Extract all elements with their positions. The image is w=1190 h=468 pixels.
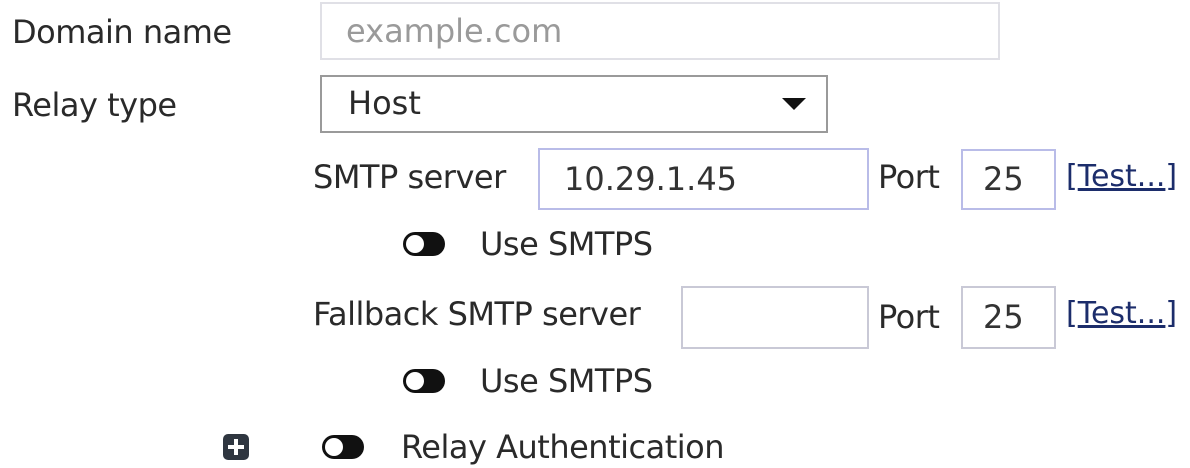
fallback-smtp-server-label: Fallback SMTP server [313, 295, 641, 333]
fallback-port-value: 25 [983, 298, 1024, 336]
fallback-test-bracket-open: [ [1066, 296, 1078, 331]
relay-authentication-toggle[interactable] [322, 435, 364, 459]
fallback-port-input[interactable]: 25 [961, 286, 1056, 349]
toggle-off-icon [406, 235, 424, 253]
relay-type-label: Relay type [12, 86, 177, 124]
smtp-server-value: 10.29.1.45 [564, 160, 738, 198]
smtp-test-link[interactable]: [Test...] [1066, 157, 1177, 197]
fallback-use-smtps-label: Use SMTPS [480, 362, 653, 400]
domain-name-placeholder: example.com [346, 12, 563, 50]
smtp-port-label: Port [878, 158, 940, 196]
fallback-port-label: Port [878, 298, 940, 336]
use-smtps-label: Use SMTPS [480, 225, 653, 263]
use-smtps-toggle[interactable] [403, 232, 445, 256]
fallback-test-label: Test... [1077, 296, 1166, 331]
smtp-test-bracket-close: ] [1165, 159, 1178, 194]
plus-square-icon[interactable] [223, 434, 249, 460]
domain-name-input[interactable]: example.com [320, 2, 1000, 60]
relay-type-value: Host [348, 84, 421, 122]
caret-down-icon [782, 98, 806, 110]
domain-name-label: Domain name [12, 13, 232, 51]
fallback-smtp-server-input[interactable] [681, 286, 869, 349]
smtp-port-value: 25 [983, 160, 1024, 198]
smtp-test-bracket-open: [ [1066, 159, 1078, 194]
smtp-test-label: Test... [1077, 159, 1166, 194]
relay-type-select[interactable]: Host [320, 75, 828, 133]
fallback-test-link[interactable]: [Test...] [1066, 294, 1177, 334]
smtp-port-input[interactable]: 25 [961, 149, 1056, 210]
relay-authentication-label: Relay Authentication [401, 428, 725, 466]
toggle-off-icon [406, 372, 424, 390]
fallback-test-bracket-close: ] [1165, 296, 1178, 331]
fallback-use-smtps-toggle[interactable] [403, 369, 445, 393]
smtp-server-input[interactable]: 10.29.1.45 [538, 148, 869, 210]
toggle-off-icon [325, 438, 343, 456]
smtp-server-label: SMTP server [313, 158, 506, 196]
